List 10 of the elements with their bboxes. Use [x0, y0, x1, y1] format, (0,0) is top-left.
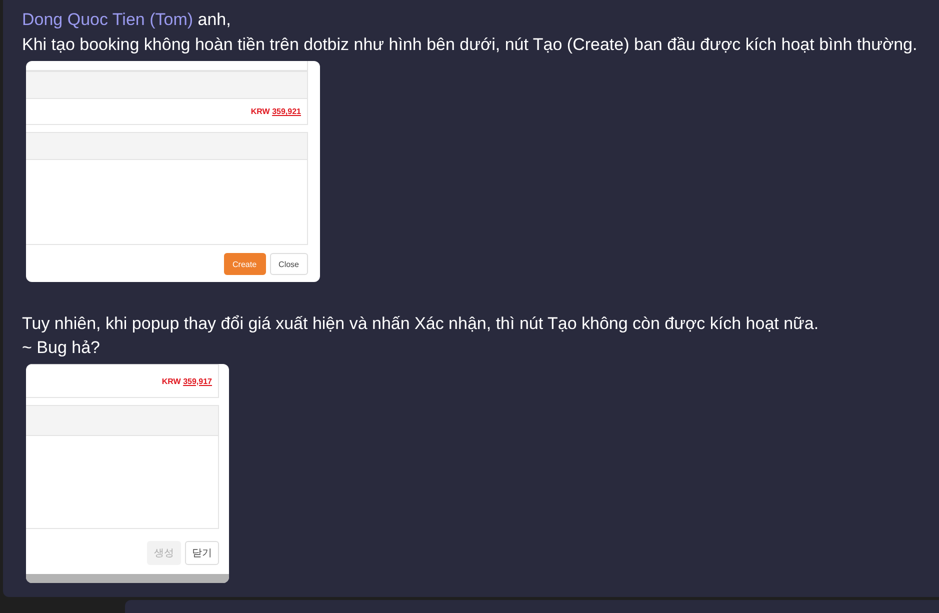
mention-link[interactable]: Dong Quoc Tien (Tom) [22, 10, 194, 29]
price-text: KRW 359,917 [162, 376, 212, 386]
screenshot-image[interactable]: KRW 359,921 Create Close [26, 61, 320, 282]
close-button[interactable]: Close [270, 253, 308, 275]
message-text: Tuy nhiên, khi popup thay đổi giá xuất hiện và nhấn Xác nhận, thì nút Tạo không còn được kích hoạt nữa. [22, 313, 820, 335]
price-text: KRW 359,921 [250, 107, 301, 116]
close-button[interactable]: 닫기 [185, 541, 219, 565]
message-text: Khi tạo booking không hoàn tiền trên dotbiz như hình bên dưới, nút Tạo (Create) ban đầu được kích hoạt bình thường. [22, 34, 918, 56]
greeting-text: anh, [196, 10, 231, 29]
message-text: ~ Bug hả? [22, 337, 101, 359]
